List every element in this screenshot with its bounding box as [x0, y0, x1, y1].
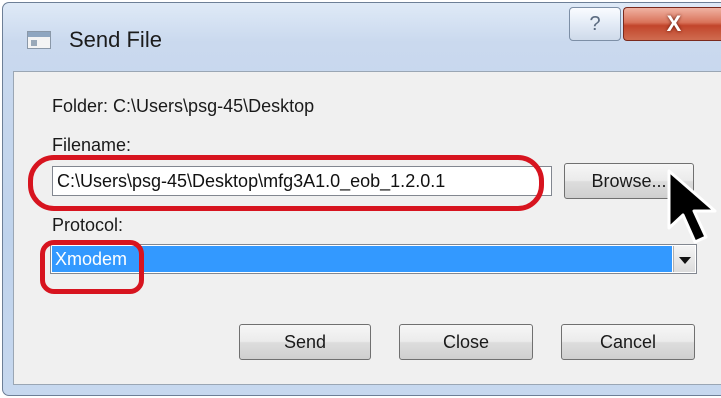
folder-path: C:\Users\psg-45\Desktop — [113, 96, 315, 116]
close-button[interactable]: Close — [399, 324, 533, 360]
protocol-select[interactable]: Xmodem — [50, 244, 697, 274]
filename-label: Filename: — [52, 135, 132, 155]
title-bar[interactable]: Send File ? X — [3, 3, 721, 77]
folder-label: Folder: — [52, 96, 109, 116]
protocol-label: Protocol: — [52, 215, 124, 235]
send-button[interactable]: Send — [239, 324, 371, 360]
help-button[interactable]: ? — [569, 7, 621, 41]
mouse-pointer-icon — [667, 169, 717, 244]
window-title: Send File — [69, 27, 162, 52]
protocol-selected-value[interactable]: Xmodem — [52, 246, 672, 272]
cancel-button[interactable]: Cancel — [561, 324, 695, 360]
chevron-down-icon[interactable] — [673, 246, 695, 272]
filename-input[interactable]: C:\Users\psg-45\Desktop\mfg3A1.0_eob_1.2… — [52, 166, 552, 196]
send-file-dialog: Send File ? X Folder: C:\Users\psg-45\De… — [2, 2, 721, 396]
dialog-content: Folder: C:\Users\psg-45\Desktop Filename… — [13, 71, 721, 385]
folder-row: Folder: C:\Users\psg-45\Desktop — [52, 96, 314, 117]
close-window-button[interactable]: X — [623, 7, 721, 41]
window-app-icon — [27, 31, 51, 49]
